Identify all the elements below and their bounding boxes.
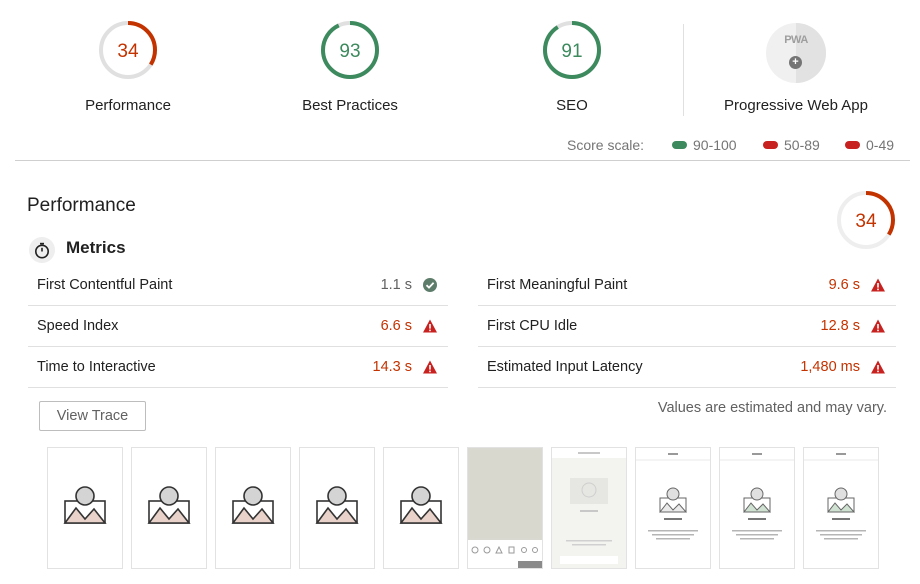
gauge-divider	[683, 24, 684, 116]
fail-pill-icon	[845, 141, 860, 149]
metric-label: First CPU Idle	[487, 318, 578, 334]
metric-first-contentful-paint: First Contentful Paint 1.1 s	[28, 265, 448, 306]
performance-score: 34	[855, 211, 877, 232]
gauge-label: Best Practices	[302, 97, 398, 114]
metric-value: 1,480 ms	[800, 359, 860, 375]
score-scale-fail: 0-49	[845, 137, 894, 153]
pass-pill-icon	[672, 141, 687, 149]
filmstrip-frame	[215, 447, 291, 569]
filmstrip-frame	[551, 447, 627, 569]
image-placeholder-icon	[399, 486, 443, 524]
metric-value: 14.3 s	[372, 359, 413, 375]
metric-value: 1.1 s	[380, 277, 412, 293]
warning-triangle-icon	[871, 360, 885, 374]
metric-value: 12.8 s	[820, 318, 861, 334]
gauge-seo[interactable]: 91 SEO	[482, 20, 662, 114]
filmstrip-frame	[803, 447, 879, 569]
warning-triangle-icon	[871, 319, 885, 333]
grey-screen-thumbnail	[468, 450, 542, 568]
filmstrip-frame	[299, 447, 375, 569]
section-divider	[15, 160, 910, 161]
metric-label: Time to Interactive	[37, 359, 156, 375]
page-thumbnail	[636, 453, 710, 540]
gauge-ring: 93	[321, 21, 379, 79]
view-trace-button[interactable]: View Trace	[39, 401, 146, 431]
gauge-score: 91	[561, 41, 582, 62]
estimate-note: Values are estimated and may vary.	[657, 400, 887, 416]
score-scale-pass: 90-100	[672, 137, 737, 153]
warning-triangle-icon	[871, 278, 885, 292]
performance-gauge: 34	[837, 191, 895, 249]
warning-triangle-icon	[423, 319, 437, 333]
image-placeholder-icon	[147, 486, 191, 524]
metric-label: First Meaningful Paint	[487, 277, 628, 293]
image-placeholder-icon	[63, 486, 107, 524]
filmstrip-frame	[467, 447, 543, 569]
gauge-best-practices[interactable]: 93 Best Practices	[260, 20, 440, 114]
pwa-badge-text: PWA	[784, 34, 808, 46]
gauge-ring: 34	[99, 21, 157, 79]
performance-title: Performance	[27, 195, 136, 216]
metric-label: Speed Index	[37, 318, 119, 334]
metric-speed-index: Speed Index 6.6 s	[28, 306, 448, 347]
average-pill-icon	[763, 141, 778, 149]
page-thumbnail	[804, 453, 878, 540]
gauge-performance[interactable]: 34 Performance	[38, 20, 218, 114]
pwa-badge-icon: PWA +	[766, 23, 826, 83]
gauge-label: Progressive Web App	[724, 97, 868, 114]
metric-label: First Contentful Paint	[37, 277, 173, 293]
page-thumbnail	[720, 453, 794, 540]
filmstrip-frame	[47, 447, 123, 569]
image-placeholder-icon	[231, 486, 275, 524]
filmstrip-frame	[719, 447, 795, 569]
image-placeholder-icon	[315, 486, 359, 524]
metric-estimated-input-latency: Estimated Input Latency 1,480 ms	[478, 347, 896, 388]
filmstrip-frame	[383, 447, 459, 569]
metric-first-meaningful-paint: First Meaningful Paint 9.6 s	[478, 265, 896, 306]
stopwatch-icon	[29, 237, 55, 263]
filmstrip-frame	[635, 447, 711, 569]
scale-range: 50-89	[784, 137, 820, 153]
gauge-label: Performance	[85, 97, 171, 114]
pass-check-icon	[423, 278, 437, 292]
metric-first-cpu-idle: First CPU Idle 12.8 s	[478, 306, 896, 347]
gauge-score: 93	[339, 41, 360, 62]
score-scale-label: Score scale:	[567, 137, 645, 153]
metric-label: Estimated Input Latency	[487, 359, 643, 375]
filmstrip-frame	[131, 447, 207, 569]
metric-value: 6.6 s	[380, 318, 412, 334]
plus-icon: +	[789, 56, 802, 69]
metric-value: 9.6 s	[828, 277, 860, 293]
scale-range: 90-100	[693, 137, 737, 153]
gauge-ring: 91	[543, 21, 601, 79]
metric-time-to-interactive: Time to Interactive 14.3 s	[28, 347, 448, 388]
warning-triangle-icon	[423, 360, 437, 374]
faded-page-thumbnail	[552, 448, 626, 568]
metrics-title: Metrics	[66, 238, 126, 257]
gauge-label: SEO	[556, 97, 588, 114]
score-scale-average: 50-89	[763, 137, 820, 153]
scale-range: 0-49	[866, 137, 895, 153]
gauge-score: 34	[117, 41, 139, 62]
